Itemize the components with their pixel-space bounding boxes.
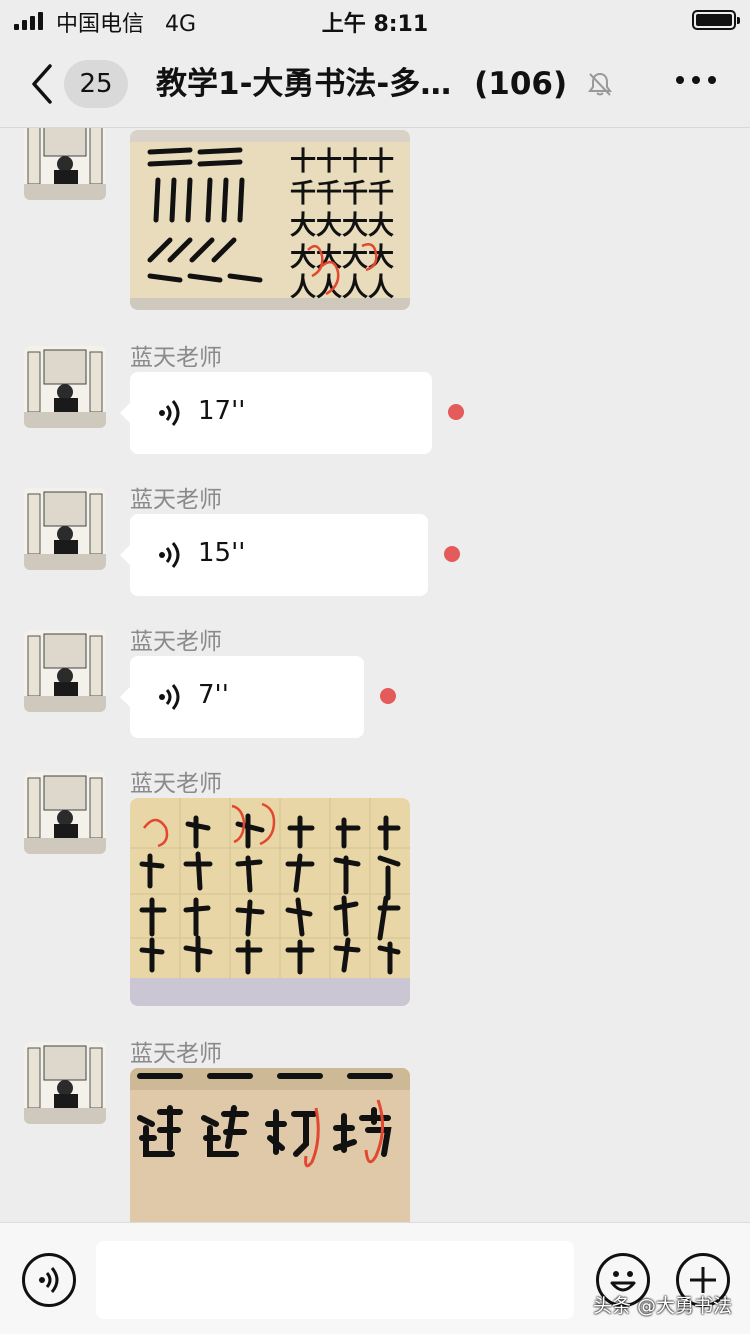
unread-dot — [380, 688, 396, 704]
avatar[interactable] — [24, 630, 106, 712]
svg-text:大大大大: 大大大大 — [290, 211, 394, 241]
sender-name: 蓝天老师 — [130, 629, 222, 655]
message-list[interactable]: 十十十十千千千千大大大大大大大大人人人人 蓝天老师 17'' 蓝天老师 — [0, 128, 750, 1222]
avatar[interactable] — [24, 1042, 106, 1124]
chat-header: 25 教学1-大勇书法-多… (106) — [0, 40, 750, 128]
voice-input-icon[interactable] — [22, 1253, 76, 1307]
sender-name: 蓝天老师 — [130, 1041, 222, 1067]
battery-icon — [692, 10, 740, 30]
avatar[interactable] — [24, 128, 106, 200]
voice-message-bubble[interactable]: 15'' — [120, 514, 428, 596]
avatar[interactable] — [24, 346, 106, 428]
chat-title-text: 教学1-大勇书法-多… — [156, 66, 452, 102]
avatar[interactable] — [24, 488, 106, 570]
sender-name: 蓝天老师 — [130, 487, 222, 513]
watermark: 头条 @大勇书法 — [592, 1295, 732, 1317]
svg-text:十十十十: 十十十十 — [290, 147, 394, 177]
svg-text:千千千千: 千千千千 — [290, 179, 394, 209]
voice-wave-icon — [159, 542, 180, 568]
chevron-left-icon[interactable] — [28, 62, 58, 106]
image-message[interactable] — [130, 798, 410, 1006]
voice-message-bubble[interactable]: 17'' — [120, 372, 432, 454]
voice-duration: 15'' — [198, 538, 246, 568]
unread-count-badge[interactable]: 25 — [64, 60, 128, 108]
input-bar: 头条 @大勇书法 — [0, 1222, 750, 1334]
voice-duration: 7'' — [198, 680, 229, 710]
status-bar: 中国电信 4G 上午 8:11 — [0, 0, 750, 40]
voice-wave-icon — [159, 684, 180, 710]
image-message[interactable]: 十十十十 千千千千 大大大大 大大大大 人人人人 — [130, 130, 410, 310]
unread-dot — [444, 546, 460, 562]
message-input[interactable] — [96, 1241, 574, 1319]
unread-dot — [448, 404, 464, 420]
more-dots-icon[interactable] — [676, 76, 716, 84]
voice-message-bubble[interactable]: 7'' — [120, 656, 364, 738]
image-message[interactable] — [130, 1068, 410, 1222]
sender-name: 蓝天老师 — [130, 345, 222, 371]
svg-text:大大大大: 大大大大 — [290, 243, 394, 273]
member-count: (106) — [474, 66, 568, 102]
bell-muted-icon — [588, 72, 612, 96]
chat-title[interactable]: 教学1-大勇书法-多… (106) — [156, 62, 567, 106]
voice-wave-icon — [159, 400, 180, 426]
svg-text:人人人人: 人人人人 — [290, 273, 394, 303]
voice-duration: 17'' — [198, 396, 246, 426]
avatar[interactable] — [24, 772, 106, 854]
status-time: 上午 8:11 — [321, 12, 429, 37]
sender-name: 蓝天老师 — [130, 771, 222, 797]
